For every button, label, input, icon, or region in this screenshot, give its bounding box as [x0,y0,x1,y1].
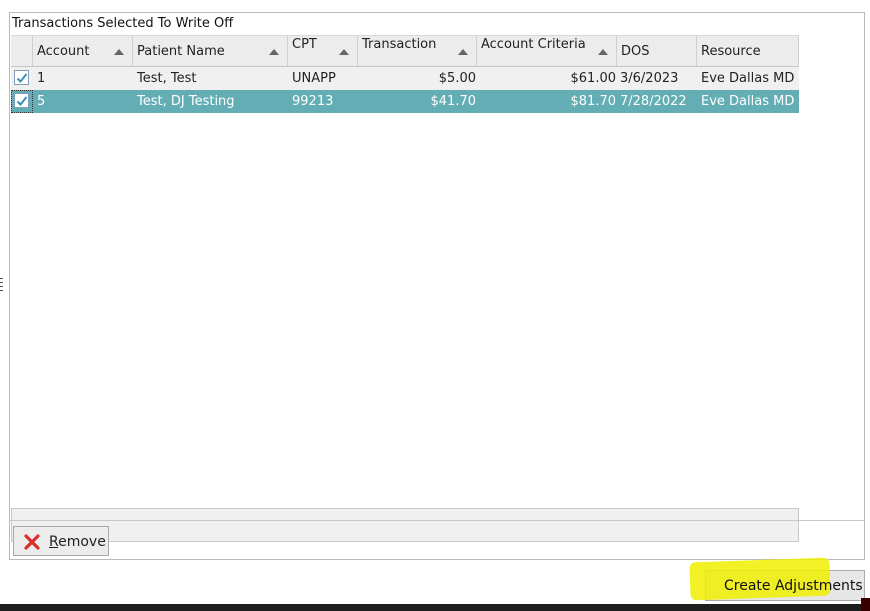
remove-button[interactable]: Remove [13,526,109,556]
header-label: Patient Name [137,44,225,59]
sort-asc-icon [269,49,279,55]
write-off-panel: Transactions Selected To Write Off Accou… [9,12,865,560]
cell-account-criteria: $61.00 [570,71,617,86]
header-resource[interactable]: Resource [697,35,799,67]
cell-transaction: $5.00 [438,71,476,86]
header-label: CPT [292,37,317,52]
header-select-column[interactable] [11,35,33,67]
grid-header: Account Patient Name CPT Transaction Acc… [11,35,799,67]
sort-asc-icon [458,49,468,55]
sort-asc-icon [114,49,124,55]
cell-patient-name: Test, DJ Testing [137,94,235,109]
cell-dos: 7/28/2022 [620,94,687,109]
transactions-grid: Account Patient Name CPT Transaction Acc… [11,35,799,542]
cell-account: 1 [37,71,46,86]
row-checkbox[interactable] [14,93,29,108]
cell-transaction: $41.70 [430,94,477,109]
table-row[interactable]: 1 Test, Test UNAPP $5.00 $61.00 3/6/2023… [11,67,799,90]
cell-account-criteria: $81.70 [570,94,617,109]
header-cpt[interactable]: CPT [288,35,358,67]
create-adjustments-label: Create Adjustments [724,578,863,594]
taskbar-corner [861,598,870,611]
checkmark-icon [16,73,28,83]
header-label: Account Criteria [481,37,586,52]
sort-asc-icon [339,49,349,55]
table-row-selected[interactable]: 5 Test, DJ Testing 99213 $41.70 $81.70 7… [11,90,799,113]
header-label: Resource [701,44,761,59]
header-patient-name[interactable]: Patient Name [133,35,288,67]
cell-account: 5 [37,94,46,109]
cell-dos: 3/6/2023 [620,71,679,86]
cell-resource: Eve Dallas MD [701,71,795,86]
header-label: Transaction [362,37,437,52]
row-checkbox[interactable] [14,70,29,85]
panel-resize-grip[interactable] [0,278,3,294]
header-account[interactable]: Account [33,35,133,67]
divider [10,520,864,521]
remove-x-icon [24,534,40,554]
sort-asc-icon [598,49,608,55]
taskbar-strip [0,604,870,611]
cell-cpt: UNAPP [292,71,336,86]
remove-accelerator-key: R [49,534,59,550]
grid-footer [11,508,799,542]
remove-label-rest: emove [58,534,106,550]
header-label: Account [37,44,90,59]
remove-button-label: Remove [49,534,106,550]
header-label: DOS [621,44,650,59]
cell-cpt: 99213 [292,94,334,109]
header-transaction[interactable]: Transaction [358,35,477,67]
cell-patient-name: Test, Test [137,71,197,86]
header-dos[interactable]: DOS [617,35,697,67]
panel-title: Transactions Selected To Write Off [12,16,234,31]
cell-resource: Eve Dallas MD [701,94,795,109]
checkmark-icon [16,96,28,106]
header-account-criteria[interactable]: Account Criteria [477,35,617,67]
